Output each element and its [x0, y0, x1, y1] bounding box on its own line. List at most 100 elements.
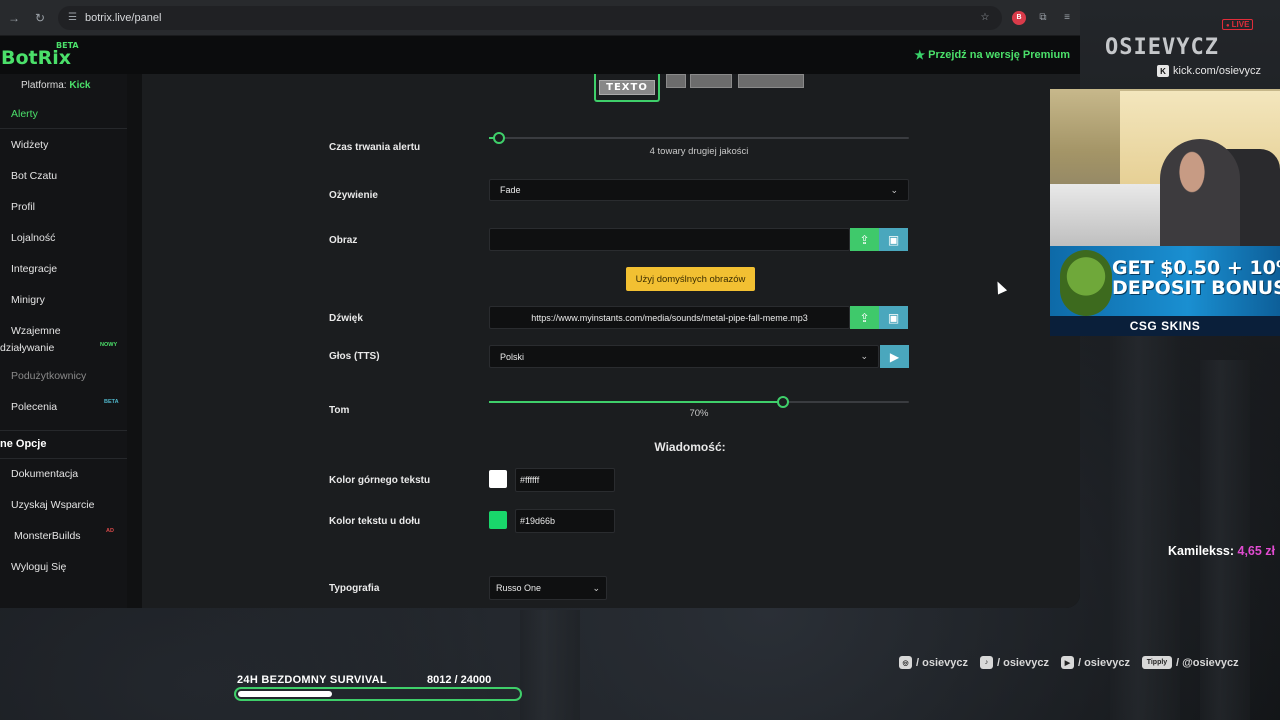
divider — [0, 430, 127, 431]
tab-search-icon[interactable]: ≡ — [1060, 11, 1074, 25]
bottom-color-label: Kolor tekstu u dołu — [329, 516, 421, 527]
gallery-image-button[interactable]: ▣ — [879, 228, 908, 251]
reload-icon[interactable]: ↻ — [32, 10, 48, 26]
webcam-feed — [1050, 89, 1280, 246]
typography-label: Typografia — [329, 583, 380, 594]
upload-sound-button[interactable]: ⇪ — [850, 306, 879, 329]
play-voice-button[interactable]: ▶ — [880, 345, 909, 368]
bookmark-star-icon[interactable]: ☆ — [978, 11, 992, 25]
background-tree — [520, 610, 580, 720]
mode-option-thumb[interactable] — [738, 74, 804, 88]
sound-label: Dźwięk — [329, 313, 363, 324]
tipply-icon: Tipply — [1141, 656, 1172, 669]
sidebar-item-wzajemne[interactable]: Wzajemne działywanie — [0, 325, 61, 354]
text-mode-option[interactable]: TEXTO — [594, 74, 660, 102]
sidebar-item-wyloguj[interactable]: Wyloguj Się — [11, 561, 66, 573]
slider-handle[interactable] — [777, 396, 789, 408]
sidebar-item-bot-czatu[interactable]: Bot Czatu — [11, 170, 57, 182]
volume-value: 70% — [689, 408, 709, 419]
goal-progress-text: 8012 / 24000 — [427, 674, 492, 686]
divider — [0, 128, 127, 129]
mascot-image — [1060, 250, 1112, 316]
top-color-swatch[interactable] — [489, 470, 507, 488]
browser-window: → ↻ ☰ botrix.live/panel ☆ B ⧉ ≡ BotRix B… — [0, 0, 1080, 608]
live-badge: LIVE — [1222, 19, 1254, 30]
sidebar-item-alerty[interactable]: Alerty — [11, 108, 38, 120]
sidebar-item-poduzytkownicy[interactable]: Podużytkownicy — [11, 370, 86, 382]
volume-label: Tom — [329, 405, 350, 416]
sidebar-item-integracje[interactable]: Integracje — [11, 263, 57, 275]
forward-icon[interactable]: → — [6, 10, 22, 26]
youtube-icon: ▶ — [1060, 656, 1074, 669]
upload-image-button[interactable]: ⇪ — [850, 228, 879, 251]
beta-badge: BETA — [56, 41, 79, 50]
botrix-logo[interactable]: BotRix BETA — [0, 41, 79, 69]
slider-handle[interactable] — [493, 132, 505, 144]
sidebar-item-wsparcie[interactable]: Uzyskaj Wsparcie — [11, 499, 94, 511]
extension-icon[interactable]: B — [1012, 10, 1026, 25]
alert-settings-panel: TEXTO Czas trwania alertu 4 towary drugi… — [142, 74, 1080, 608]
ad-headline: GET $0.50 + 10% DEPOSIT BONUS — [1112, 257, 1280, 299]
chevron-down-icon: ⌄ — [860, 351, 868, 361]
sidebar-item-dokumentacja[interactable]: Dokumentacja — [11, 468, 78, 480]
kick-channel-link: K kick.com/osievycz — [1157, 65, 1261, 77]
social-tipply: Tipply / @osievycz — [1141, 656, 1239, 669]
sidebar-item-minigry[interactable]: Minigry — [11, 294, 45, 306]
mode-option-thumb[interactable] — [666, 74, 686, 88]
divider — [0, 458, 127, 459]
duration-value: 4 towary drugiej jakości — [649, 146, 749, 157]
social-links: ◎ / osievycz ♪ / osievycz ▶ / osievycz T… — [899, 656, 1239, 669]
sidebar: Platforma: Kick Alerty Widżety Bot Czatu… — [0, 74, 127, 608]
volume-slider[interactable] — [489, 396, 909, 408]
goal-progress-bar — [234, 687, 522, 701]
ad-brand: CSG SKINS — [1050, 316, 1280, 336]
premium-link[interactable]: ★ Przejdź na wersję Premium — [914, 48, 1070, 62]
chevron-down-icon: ⌄ — [890, 184, 898, 195]
bottom-color-input[interactable]: #19d66b — [515, 509, 615, 533]
bottom-color-swatch[interactable] — [489, 511, 507, 529]
typography-select[interactable]: Russo One ⌄ — [489, 576, 607, 600]
browser-toolbar: → ↻ ☰ botrix.live/panel ☆ B ⧉ ≡ — [0, 0, 1080, 36]
top-color-label: Kolor górnego tekstu — [329, 475, 431, 486]
duration-label: Czas trwania alertu — [329, 142, 421, 153]
star-icon: ★ — [914, 48, 926, 62]
animation-label: Ożywienie — [329, 190, 378, 201]
kick-icon: K — [1157, 65, 1169, 77]
animation-select[interactable]: Fade ⌄ — [489, 179, 909, 201]
new-badge: NOWY — [100, 342, 118, 348]
sound-url-input[interactable]: https://www.myinstants.com/media/sounds/… — [489, 306, 850, 329]
beta-badge: BETA — [104, 399, 119, 405]
social-youtube: ▶ / osievycz — [1060, 656, 1130, 669]
upload-icon: ⇪ — [859, 232, 870, 247]
sidebar-item-profil[interactable]: Profil — [11, 201, 35, 213]
address-url: botrix.live/panel — [84, 11, 162, 24]
streamer-name: OSIEVYCZ — [1105, 35, 1219, 60]
gallery-icon: ▣ — [887, 310, 900, 325]
address-bar[interactable]: ☰ botrix.live/panel ☆ — [58, 5, 1002, 30]
platform-indicator: Platforma: Kick — [21, 80, 91, 91]
play-icon: ▶ — [889, 349, 900, 364]
sidebar-item-lojalnosc[interactable]: Lojalność — [11, 232, 55, 244]
goal-title: 24H BEZDOMNY SURVIVAL — [237, 674, 387, 686]
image-url-input[interactable] — [489, 228, 850, 251]
voice-select[interactable]: Polski ⌄ — [489, 345, 879, 368]
duration-slider[interactable] — [489, 132, 909, 144]
mode-option-thumb[interactable] — [690, 74, 732, 88]
instagram-icon: ◎ — [899, 656, 912, 669]
other-options-heading: ne Opcje — [0, 438, 47, 450]
ad-badge: AD — [106, 528, 114, 534]
sidebar-item-polecenia[interactable]: Polecenia — [11, 401, 57, 413]
sidebar-item-monsterbuilds[interactable]: MonsterBuilds — [14, 530, 81, 542]
chevron-down-icon: ⌄ — [592, 582, 600, 593]
donation-alert: Kamilekss: 4,65 zł — [1168, 544, 1276, 558]
app-header: BotRix BETA ★ Przejdź na wersję Premium — [0, 36, 1080, 74]
social-instagram: ◎ / osievycz — [899, 656, 968, 669]
site-info-icon[interactable]: ☰ — [68, 12, 77, 23]
puzzle-icon[interactable]: ⧉ — [1036, 11, 1050, 25]
sidebar-item-widzety[interactable]: Widżety — [11, 139, 48, 151]
default-images-button[interactable]: Użyj domyślnych obrazów — [626, 267, 755, 291]
top-color-input[interactable]: #ffffff — [515, 468, 615, 492]
upload-icon: ⇪ — [859, 310, 870, 325]
gallery-sound-button[interactable]: ▣ — [879, 306, 908, 329]
message-section-title: Wiadomość: — [654, 440, 726, 454]
